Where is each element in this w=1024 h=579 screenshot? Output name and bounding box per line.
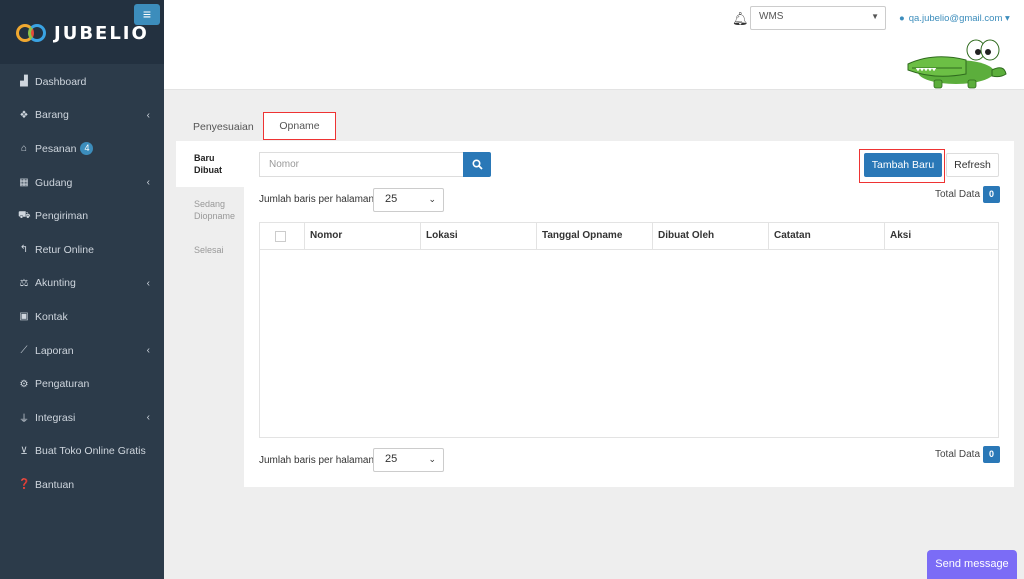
user-icon: ● bbox=[899, 13, 905, 24]
status-subnav: Baru Dibuat Sedang Diopname Selesai bbox=[176, 141, 244, 487]
add-new-button[interactable]: Tambah Baru bbox=[864, 153, 942, 177]
sidebar-item-label: Gudang bbox=[35, 176, 73, 189]
total-data-top: Total Data 0 bbox=[935, 186, 1001, 203]
sidebar-item-retur-online[interactable]: ↰ Retur Online bbox=[0, 233, 164, 267]
rows-per-page-value: 25 bbox=[385, 193, 398, 205]
search-button[interactable] bbox=[463, 152, 491, 177]
tab-opname[interactable]: Opname bbox=[263, 112, 336, 140]
warehouse-select[interactable]: WMS ▼ bbox=[750, 6, 886, 30]
refresh-button[interactable]: Refresh bbox=[946, 153, 999, 177]
balance-scale-icon: ⚖ bbox=[19, 277, 29, 289]
brand-header: JUBELIO ≡ bbox=[0, 0, 164, 64]
topbar: 🔔︎ WMS ▼ ● qa.jubelio@gmail.com ▾ bbox=[164, 0, 1024, 90]
caret-down-icon: ▾ bbox=[1005, 13, 1010, 24]
select-all-checkbox[interactable] bbox=[275, 231, 286, 242]
chevron-down-icon: ⌄ bbox=[428, 194, 436, 204]
total-data-count: 0 bbox=[983, 186, 1001, 203]
plug-icon: ⏚ bbox=[19, 414, 29, 426]
column-header-dibuat-oleh[interactable]: Dibuat Oleh bbox=[652, 223, 768, 249]
rows-per-page-label-bottom: Jumlah baris per halaman bbox=[259, 455, 375, 466]
brand-name: JUBELIO bbox=[54, 22, 149, 44]
total-data-label: Total Data bbox=[935, 449, 981, 460]
sidebar-item-barang[interactable]: ❖ Barang ‹ bbox=[0, 99, 164, 133]
chevron-left-icon: ‹ bbox=[146, 177, 150, 189]
sidebar-item-label: Retur Online bbox=[35, 243, 94, 256]
table-header: Nomor Lokasi Tanggal Opname Dibuat Oleh … bbox=[260, 223, 998, 250]
reply-icon: ↰ bbox=[19, 244, 29, 256]
sidebar-item-bantuan[interactable]: ❓ Bantuan bbox=[0, 468, 164, 502]
line-chart-icon: ⟋ bbox=[20, 345, 28, 357]
bell-icon[interactable]: 🔔︎ bbox=[732, 11, 749, 27]
column-header-aksi: Aksi bbox=[884, 223, 999, 249]
total-data-label: Total Data bbox=[935, 189, 981, 200]
rows-per-page-select[interactable]: 25 ⌄ bbox=[373, 188, 444, 212]
sidebar-item-label: Barang bbox=[35, 109, 69, 122]
rows-per-page-label: Jumlah baris per halaman bbox=[259, 194, 375, 205]
sidebar-item-pengaturan[interactable]: ⚙ Pengaturan bbox=[0, 367, 164, 401]
cogs-icon: ⚙ bbox=[19, 378, 29, 390]
user-menu[interactable]: ● qa.jubelio@gmail.com ▾ bbox=[899, 13, 1010, 24]
total-data-bottom: Total Data 0 bbox=[935, 446, 1001, 463]
building-icon: ▦ bbox=[19, 177, 29, 189]
subnav-sedang-diopname[interactable]: Sedang Diopname bbox=[194, 198, 244, 222]
subnav-selesai[interactable]: Selesai bbox=[194, 244, 244, 256]
rows-per-page-value: 25 bbox=[385, 453, 398, 465]
column-header-nomor[interactable]: Nomor bbox=[304, 223, 420, 249]
sidebar-item-label: Dashboard bbox=[35, 75, 87, 88]
sidebar-item-pengiriman[interactable]: ⛟ Pengiriman bbox=[0, 199, 164, 233]
cart-icon: ⊻ bbox=[20, 445, 28, 457]
sidebar-item-gudang[interactable]: ▦ Gudang ‹ bbox=[0, 166, 164, 200]
send-message-button[interactable]: Send message bbox=[927, 550, 1017, 579]
chevron-left-icon: ‹ bbox=[146, 109, 150, 121]
basket-icon: ⌂ bbox=[20, 143, 28, 155]
rows-per-page-select-bottom[interactable]: 25 ⌄ bbox=[373, 448, 444, 472]
address-card-icon: ▣ bbox=[19, 311, 29, 323]
question-circle-icon: ❓ bbox=[18, 479, 31, 491]
sidebar-item-label: Pengiriman bbox=[35, 210, 89, 223]
chart-area-icon: ▟ bbox=[20, 76, 28, 88]
sidebar-item-label: Pesanan bbox=[35, 142, 77, 155]
chevron-down-icon: ⌄ bbox=[428, 454, 436, 464]
sidebar-item-buat-toko[interactable]: ⊻ Buat Toko Online Gratis bbox=[0, 435, 164, 469]
sidebar-item-pesanan[interactable]: ⌂ Pesanan 4 bbox=[0, 132, 164, 166]
column-header-lokasi[interactable]: Lokasi bbox=[420, 223, 536, 249]
total-data-count: 0 bbox=[983, 446, 1001, 463]
logo[interactable]: JUBELIO bbox=[16, 22, 149, 44]
sidebar-item-label: Pengaturan bbox=[35, 378, 90, 391]
sidebar: JUBELIO ≡ ▟ Dashboard ❖ Barang ‹ ⌂ Pesanan 4 … bbox=[0, 0, 164, 579]
subnav-baru-dibuat[interactable]: Baru Dibuat bbox=[194, 152, 244, 176]
chevron-left-icon: ‹ bbox=[146, 277, 150, 289]
logo-mark-icon bbox=[16, 22, 48, 44]
sidebar-item-label: Integrasi bbox=[35, 411, 76, 424]
search-input[interactable]: Nomor bbox=[259, 152, 463, 177]
sidebar-item-label: Buat Toko Online Gratis bbox=[35, 445, 146, 458]
sidebar-menu: ▟ Dashboard ❖ Barang ‹ ⌂ Pesanan 4 ▦ Gudang ‹ ⛟… bbox=[0, 65, 164, 502]
warehouse-select-value: WMS bbox=[759, 11, 784, 22]
sidebar-item-label: Bantuan bbox=[35, 478, 75, 491]
sidebar-item-label: Kontak bbox=[35, 310, 68, 323]
truck-icon: ⛟ bbox=[18, 209, 31, 221]
caret-down-icon: ▼ bbox=[871, 12, 879, 21]
menu-icon[interactable]: ≡ bbox=[134, 4, 160, 25]
crocodile-mascot-image bbox=[907, 39, 1007, 89]
pesanan-count-badge: 4 bbox=[80, 142, 94, 156]
user-email: qa.jubelio@gmail.com bbox=[908, 13, 1003, 24]
sidebar-item-label: Laporan bbox=[35, 344, 74, 357]
opname-table: Nomor Lokasi Tanggal Opname Dibuat Oleh … bbox=[259, 222, 999, 438]
search-icon bbox=[471, 159, 483, 170]
sidebar-item-label: Akunting bbox=[35, 277, 76, 290]
sidebar-item-dashboard[interactable]: ▟ Dashboard bbox=[0, 65, 164, 99]
chevron-left-icon: ‹ bbox=[146, 412, 150, 424]
sidebar-item-kontak[interactable]: ▣ Kontak bbox=[0, 300, 164, 334]
tab-penyesuaian[interactable]: Penyesuaian bbox=[193, 121, 254, 133]
cubes-icon: ❖ bbox=[19, 109, 29, 121]
column-header-tanggal-opname[interactable]: Tanggal Opname bbox=[536, 223, 652, 249]
sidebar-item-akunting[interactable]: ⚖ Akunting ‹ bbox=[0, 267, 164, 301]
sidebar-item-laporan[interactable]: ⟋ Laporan ‹ bbox=[0, 334, 164, 368]
column-header-catatan[interactable]: Catatan bbox=[768, 223, 884, 249]
chevron-left-icon: ‹ bbox=[146, 345, 150, 357]
sidebar-item-integrasi[interactable]: ⏚ Integrasi ‹ bbox=[0, 401, 164, 435]
